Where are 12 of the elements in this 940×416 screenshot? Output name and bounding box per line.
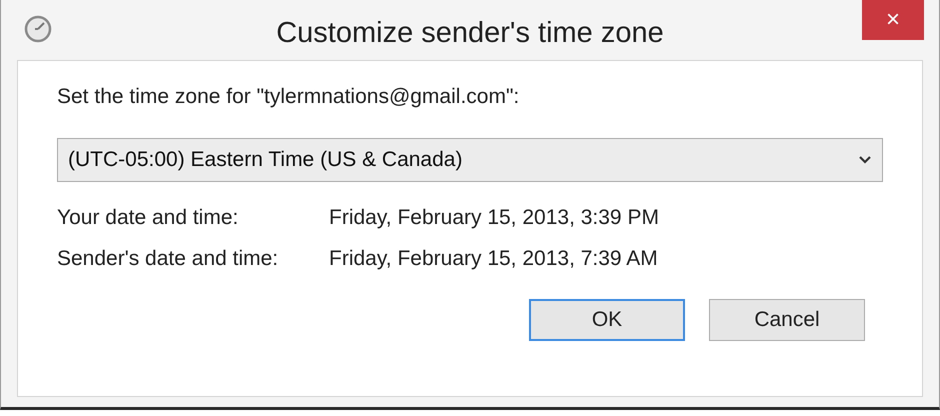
window-title: Customize sender's time zone — [276, 16, 664, 51]
field-value: Friday, February 15, 2013, 3:39 PM — [329, 204, 659, 230]
prompt-text: Set the time zone for "tylermnations@gmail.com": — [57, 84, 520, 110]
close-button[interactable]: × — [862, 0, 924, 40]
field-label: Sender's date and time: — [57, 246, 280, 272]
time-zone-select[interactable]: (UTC-05:00) Eastern Time (US & Canada) — [57, 138, 883, 182]
dialog-button[interactable]: OK — [529, 298, 685, 340]
field-value: Friday, February 15, 2013, 7:39 AM — [329, 246, 658, 272]
chevron-down-icon — [858, 154, 872, 164]
dialog-button[interactable]: Cancel — [709, 298, 865, 340]
clock-icon — [23, 14, 53, 44]
field-label: Your date and time: — [57, 204, 240, 230]
